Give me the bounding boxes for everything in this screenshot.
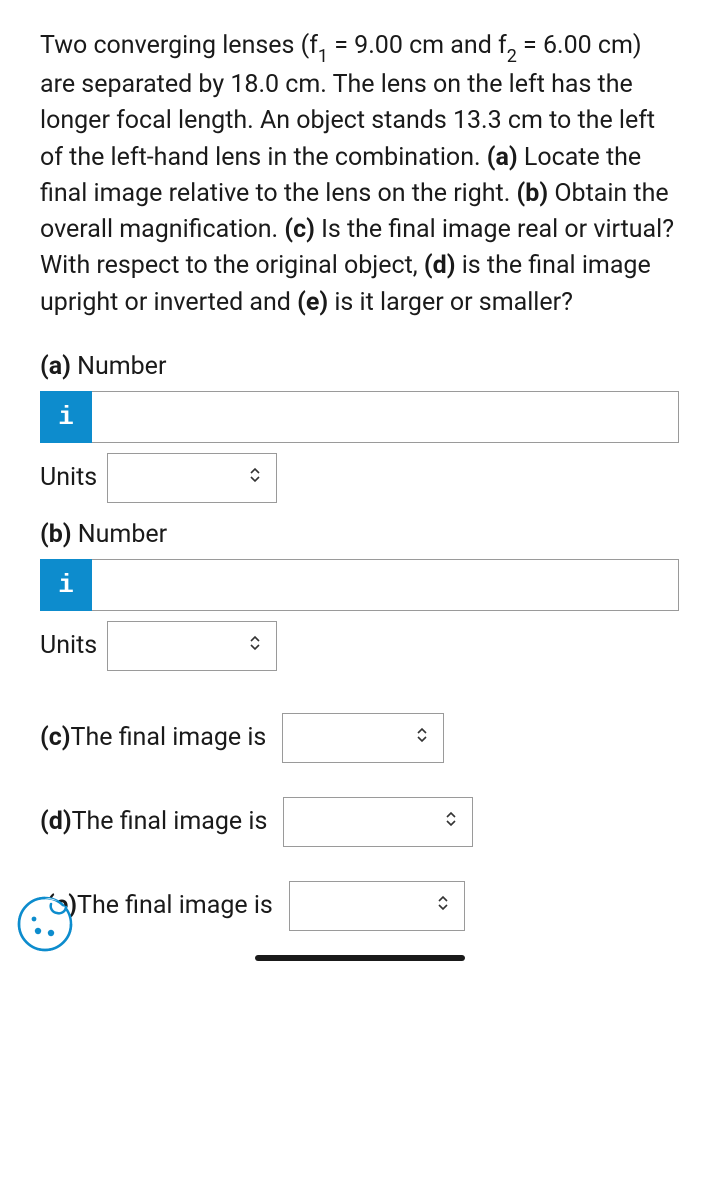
part-c-label: (c) (284, 215, 315, 244)
part-c-row: (c)The final image is (40, 713, 679, 763)
answer-input-b[interactable] (92, 559, 679, 611)
part-c-bold: (c) (40, 723, 71, 752)
part-e-text: is it larger or smaller? (328, 288, 573, 317)
part-a-numlabel: Number (71, 352, 167, 381)
part-d-label: (d)The final image is (40, 804, 267, 840)
info-icon: i (58, 402, 74, 432)
answer-select-e[interactable] (289, 881, 465, 931)
cookie-icon[interactable] (14, 893, 76, 955)
part-a-header: (a) Number (40, 349, 679, 385)
answer-select-d[interactable] (283, 797, 473, 847)
part-d-label: (d) (424, 251, 456, 280)
part-b-bold: (b) (40, 520, 72, 549)
part-d-text: The final image is (72, 807, 268, 836)
part-b-label: (b) (517, 179, 549, 208)
chevron-down-icon (444, 809, 458, 835)
q-eq1: = 9.00 cm and f (328, 31, 507, 60)
part-e-text: The final image is (77, 891, 273, 920)
info-icon: i (58, 570, 74, 600)
chevron-down-icon (436, 893, 450, 919)
part-a-input-row: i (40, 391, 679, 443)
units-label-b: Units (40, 628, 97, 664)
units-select-b[interactable] (107, 621, 277, 671)
part-d-row: (d)The final image is (40, 797, 679, 847)
chevron-down-icon (248, 465, 262, 491)
sub-1: 1 (318, 46, 328, 67)
part-e-label: (e) (297, 288, 328, 317)
chevron-down-icon (415, 725, 429, 751)
part-b-numlabel: Number (72, 520, 168, 549)
units-row-a: Units (40, 453, 679, 503)
info-button-a[interactable]: i (40, 391, 92, 443)
part-c-label: (c)The final image is (40, 720, 266, 756)
units-label-a: Units (40, 460, 97, 496)
part-a-label: (a) (487, 143, 518, 172)
answer-select-c[interactable] (282, 713, 444, 763)
info-button-b[interactable]: i (40, 559, 92, 611)
question-text: Two converging lenses (f1 = 9.00 cm and … (40, 28, 679, 321)
part-a-bold: (a) (40, 352, 71, 381)
units-select-a[interactable] (107, 453, 277, 503)
part-d-bold: (d) (40, 807, 72, 836)
part-b-header: (b) Number (40, 517, 679, 553)
q-pre-f1: Two converging lenses (f (40, 31, 318, 60)
part-e-row: (e)The final image is (40, 881, 679, 931)
part-b-input-row: i (40, 559, 679, 611)
sub-2: 2 (507, 46, 517, 67)
part-c-text: The final image is (71, 723, 267, 752)
chevron-down-icon (248, 633, 262, 659)
bottom-handle-bar (255, 955, 465, 961)
answer-input-a[interactable] (92, 391, 679, 443)
part-e-label: (e)The final image is (46, 888, 273, 924)
units-row-b: Units (40, 621, 679, 671)
